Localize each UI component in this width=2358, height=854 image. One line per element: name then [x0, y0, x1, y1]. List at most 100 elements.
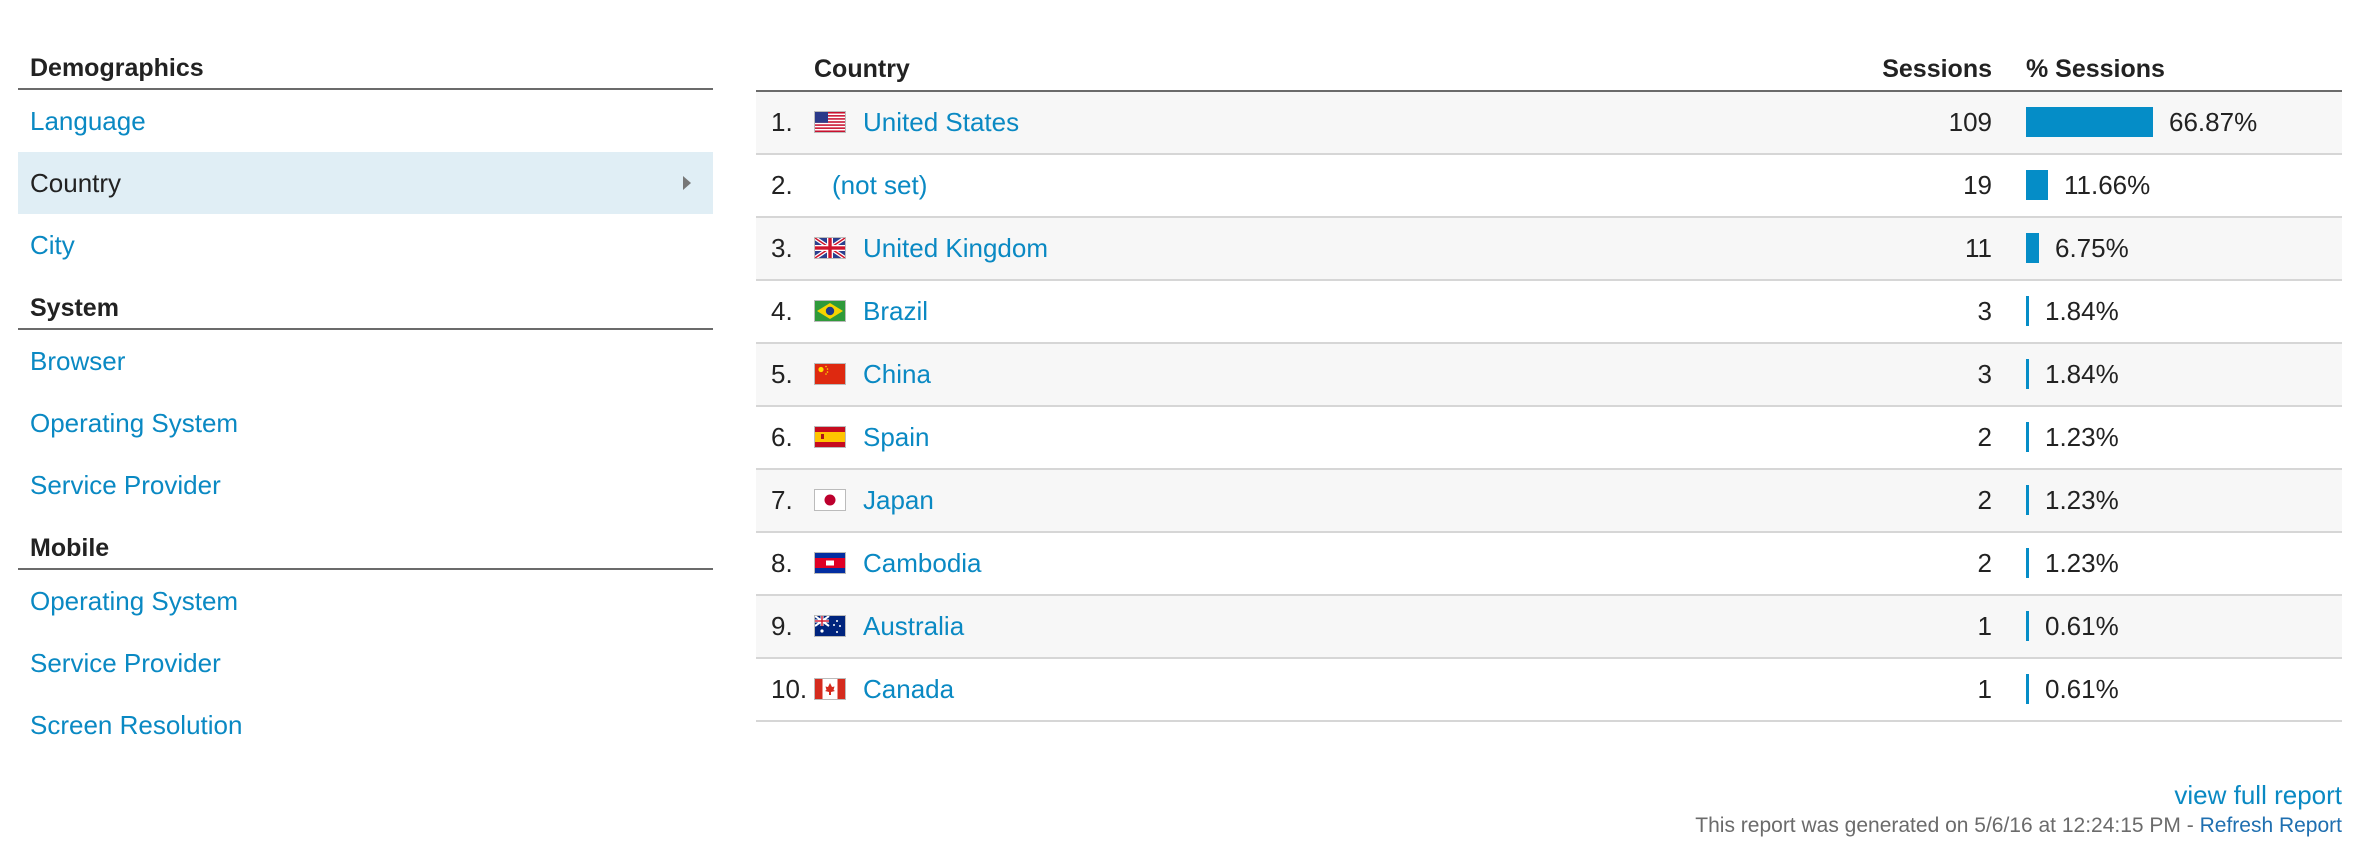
china-flag-icon [814, 363, 846, 385]
sidebar-item-operating-system[interactable]: Operating System [18, 392, 713, 454]
row-rank: 6. [771, 422, 793, 452]
generated-text: This report was generated on 5/6/16 at 1… [1695, 814, 2200, 837]
row-rank: 7. [771, 485, 793, 515]
view-full-report-link[interactable]: view full report [2174, 780, 2342, 811]
refresh-report-link[interactable]: Refresh Report [2200, 814, 2342, 837]
country-link[interactable]: United States [863, 107, 1019, 138]
country-link[interactable]: Cambodia [863, 548, 982, 579]
sessions-value: 1 [1977, 674, 1992, 704]
sessions-value: 109 [1948, 107, 1992, 137]
sessions-value: 11 [1965, 233, 1992, 263]
sessions-value: 2 [1977, 485, 1992, 515]
table-row: 2. (not set) 19 11.66% [756, 155, 2342, 218]
sessions-value: 3 [1977, 359, 1992, 389]
spain-flag-icon [814, 426, 846, 448]
table-body: 1. United States 109 66.87% 2. (not set) 19 11.… [756, 92, 2342, 722]
caret-right-icon [683, 176, 691, 190]
header-sessions[interactable]: Sessions [1882, 55, 1992, 84]
sessions-value: 2 [1977, 548, 1992, 578]
sidebar-item-country[interactable]: Country [18, 152, 713, 214]
brazil-flag-icon [814, 300, 846, 322]
row-rank: 3. [771, 233, 793, 263]
uk-flag-icon [814, 237, 846, 259]
sessions-share-bar [2026, 422, 2029, 452]
row-rank: 9. [771, 611, 793, 641]
country-link[interactable]: Japan [863, 485, 934, 516]
japan-flag-icon [814, 489, 846, 511]
sessions-share-bar [2026, 485, 2029, 515]
table-row: 6. Spain 2 1.23% [756, 407, 2342, 470]
row-rank: 4. [771, 296, 793, 326]
table-header: Country Sessions % Sessions [756, 48, 2342, 92]
sidebar-section-title: Mobile [18, 528, 713, 570]
sessions-share-bar [2026, 233, 2039, 263]
sidebar-item-label: Language [30, 106, 146, 136]
sessions-pct-value: 0.61% [2045, 611, 2119, 641]
sidebar-item-label: Service Provider [30, 470, 221, 500]
sidebar-item-label: Operating System [30, 586, 239, 616]
table-row: 8. Cambodia 2 1.23% [756, 533, 2342, 596]
canada-flag-icon [814, 678, 846, 700]
table-row: 5. China 3 1.84% [756, 344, 2342, 407]
country-link[interactable]: Canada [863, 674, 954, 705]
sidebar-item-city[interactable]: City [18, 214, 713, 276]
header-pct-sessions[interactable]: % Sessions [2026, 55, 2165, 84]
country-link[interactable]: United Kingdom [863, 233, 1048, 264]
dimension-sidebar: Demographics Language Country City System Bro… [18, 48, 713, 756]
sessions-pct-value: 1.23% [2045, 422, 2119, 452]
country-link[interactable]: Australia [863, 611, 964, 642]
report-root: Demographics Language Country City System Bro… [0, 0, 2358, 854]
sessions-share-bar [2026, 548, 2029, 578]
table-row: 9. Australia 1 0.61% [756, 596, 2342, 659]
sidebar-item-label: Screen Resolution [30, 710, 243, 740]
sessions-table: Country Sessions % Sessions 1. United Sta… [756, 48, 2342, 810]
australia-flag-icon [814, 615, 846, 637]
sessions-pct-value: 1.23% [2045, 548, 2119, 578]
sidebar-section-title: Demographics [18, 48, 713, 90]
sessions-pct-value: 66.87% [2169, 107, 2258, 137]
sessions-share-bar [2026, 296, 2029, 326]
sidebar-item-browser[interactable]: Browser [18, 330, 713, 392]
sidebar-item-service-provider[interactable]: Service Provider [18, 454, 713, 516]
sidebar-item-language[interactable]: Language [18, 90, 713, 152]
sidebar-item-label: Service Provider [30, 648, 221, 678]
table-row: 4. Brazil 3 1.84% [756, 281, 2342, 344]
sessions-value: 1 [1977, 611, 1992, 641]
sessions-value: 2 [1977, 422, 1992, 452]
sessions-share-bar [2026, 674, 2029, 704]
sessions-share-bar [2026, 611, 2029, 641]
sessions-pct-value: 1.23% [2045, 485, 2119, 515]
row-rank: 1. [771, 107, 793, 137]
sidebar-item-operating-system[interactable]: Operating System [18, 570, 713, 632]
header-country[interactable]: Country [814, 55, 910, 84]
sessions-pct-value: 0.61% [2045, 674, 2119, 704]
sessions-pct-value: 6.75% [2055, 233, 2129, 263]
country-link[interactable]: Brazil [863, 296, 928, 327]
sidebar-item-label: Country [30, 168, 122, 198]
sessions-pct-value: 11.66% [2064, 170, 2151, 200]
country-link[interactable]: China [863, 359, 931, 390]
sessions-value: 3 [1977, 296, 1992, 326]
sidebar-item-screen-resolution[interactable]: Screen Resolution [18, 694, 713, 756]
sidebar-item-label: Browser [30, 346, 126, 376]
sessions-pct-value: 1.84% [2045, 359, 2119, 389]
row-rank: 5. [771, 359, 793, 389]
report-footer: This report was generated on 5/6/16 at 1… [1695, 814, 2342, 838]
us-flag-icon [814, 111, 846, 133]
table-row: 1. United States 109 66.87% [756, 92, 2342, 155]
cambodia-flag-icon [814, 552, 846, 574]
table-row: 7. Japan 2 1.23% [756, 470, 2342, 533]
sidebar-item-service-provider[interactable]: Service Provider [18, 632, 713, 694]
row-rank: 8. [771, 548, 793, 578]
country-link[interactable]: (not set) [832, 170, 927, 201]
country-link[interactable]: Spain [863, 422, 930, 453]
row-rank: 10. [771, 674, 808, 704]
sessions-pct-value: 1.84% [2045, 296, 2119, 326]
sessions-share-bar [2026, 170, 2048, 200]
sidebar-item-label: City [30, 230, 75, 260]
table-row: 10. Canada 1 0.61% [756, 659, 2342, 722]
sessions-value: 19 [1963, 170, 1992, 200]
row-rank: 2. [771, 170, 793, 200]
sessions-share-bar [2026, 359, 2029, 389]
